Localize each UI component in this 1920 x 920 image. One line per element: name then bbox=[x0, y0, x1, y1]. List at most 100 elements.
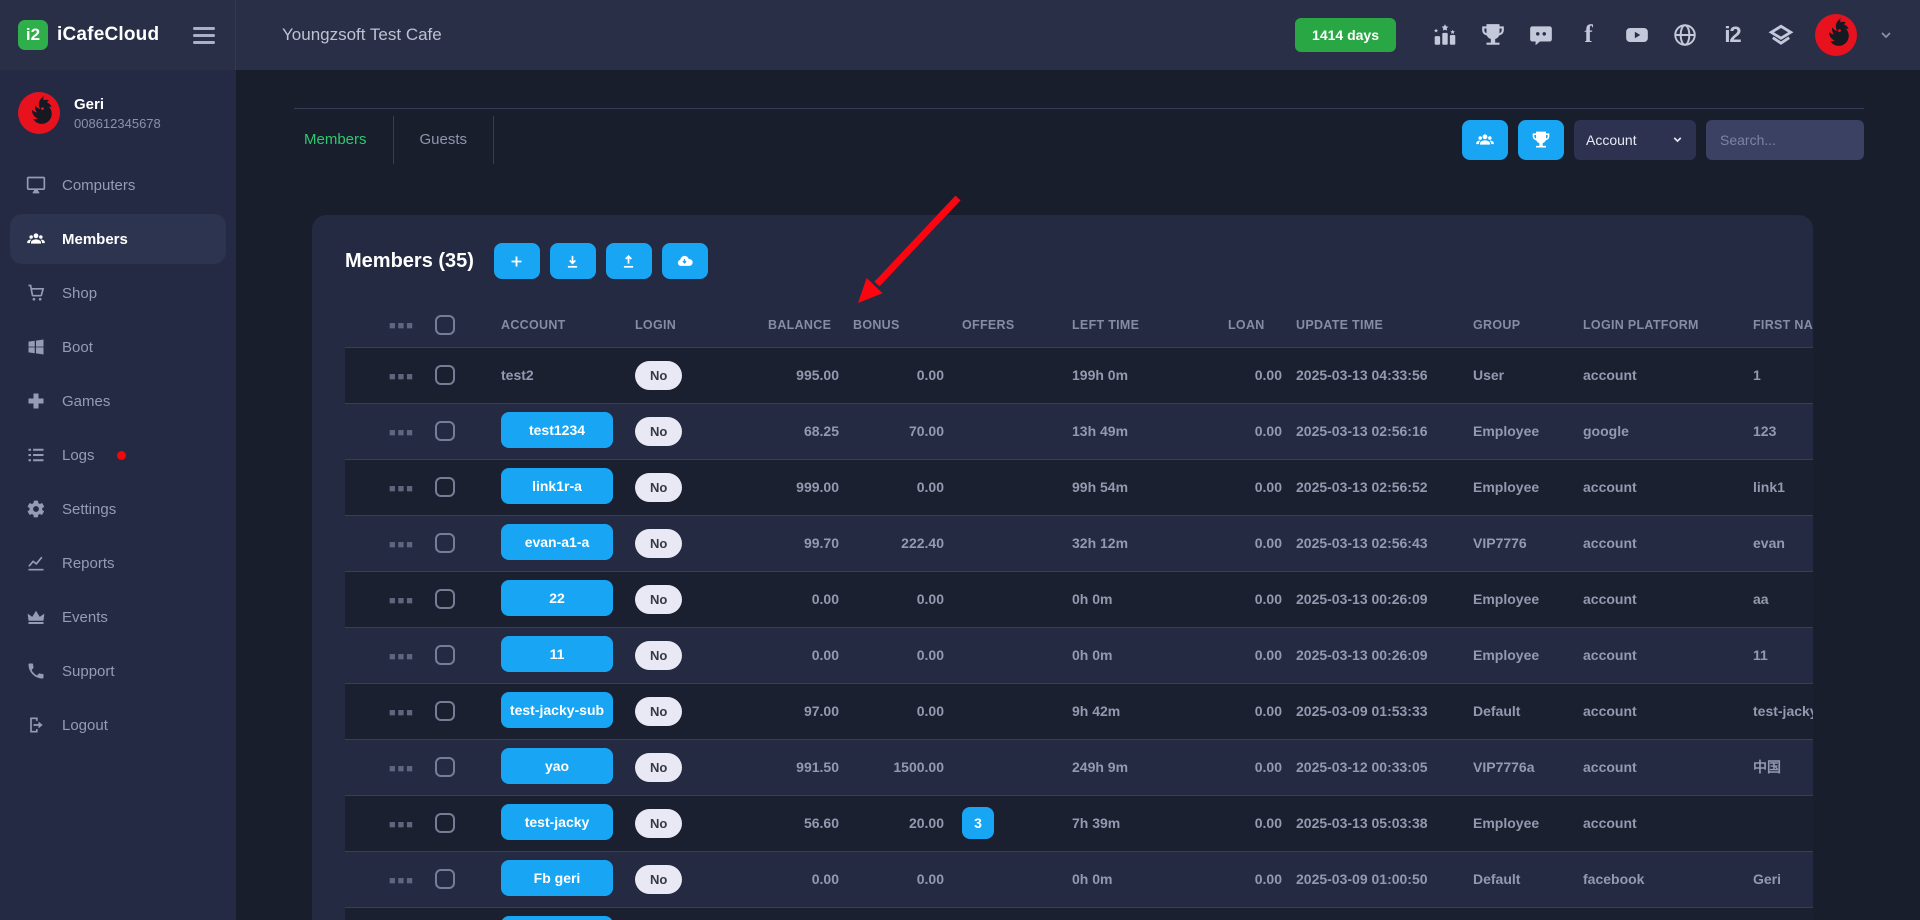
cell-loan: 0.00 bbox=[1228, 515, 1296, 571]
cell-balance: 995.00 bbox=[768, 347, 853, 403]
row-checkbox[interactable] bbox=[435, 869, 455, 889]
sidebar-item-logout[interactable]: Logout bbox=[10, 700, 226, 750]
hamburger-menu-icon[interactable] bbox=[193, 27, 215, 44]
row-checkbox[interactable] bbox=[435, 421, 455, 441]
cell-bonus: 0.00 bbox=[853, 907, 958, 920]
upload-button[interactable] bbox=[606, 243, 652, 279]
download-button[interactable] bbox=[550, 243, 596, 279]
people-icon bbox=[26, 229, 46, 249]
members-filter-button[interactable] bbox=[1462, 120, 1508, 160]
table-row: ■■■GeriNo0.000.000h 0m0.002025-03-03 17:… bbox=[345, 907, 1813, 920]
row-checkbox[interactable] bbox=[435, 365, 455, 385]
cell-update-time: 2025-03-13 00:26:09 bbox=[1296, 571, 1473, 627]
account-badge[interactable]: 11 bbox=[501, 636, 613, 672]
account-badge[interactable]: Geri bbox=[501, 916, 613, 920]
cell-platform: facebook bbox=[1583, 851, 1753, 907]
account-badge[interactable]: test-jacky-sub bbox=[501, 692, 613, 728]
account-filter-select[interactable]: Account bbox=[1574, 120, 1696, 160]
account-label: test2 bbox=[501, 367, 534, 383]
table-header-row: ■■■ ACCOUNT LOGIN BALANCE BONUS OFFERS L… bbox=[345, 303, 1813, 347]
cell-left-time: 199h 0m bbox=[1068, 347, 1228, 403]
cell-left-time: 99h 54m bbox=[1068, 459, 1228, 515]
row-menu-dots[interactable]: ■■■ bbox=[389, 651, 415, 663]
sidebar-item-reports[interactable]: Reports bbox=[10, 538, 226, 588]
sidebar-item-boot[interactable]: Boot bbox=[10, 322, 226, 372]
sidebar-item-games[interactable]: Games bbox=[10, 376, 226, 426]
monitor-icon bbox=[26, 175, 46, 195]
cell-loan: 0.00 bbox=[1228, 571, 1296, 627]
cell-bonus: 222.40 bbox=[853, 515, 958, 571]
logout-icon bbox=[26, 715, 46, 735]
cloud-download-button[interactable] bbox=[662, 243, 708, 279]
row-checkbox[interactable] bbox=[435, 757, 455, 777]
row-menu-dots[interactable]: ■■■ bbox=[389, 819, 415, 831]
days-remaining-badge[interactable]: 1414 days bbox=[1295, 18, 1396, 52]
windows-icon bbox=[26, 337, 46, 357]
row-menu-dots[interactable]: ■■■ bbox=[389, 539, 415, 551]
cell-update-time: 2025-03-03 17:23:01 bbox=[1296, 907, 1473, 920]
discord-icon[interactable] bbox=[1527, 22, 1554, 49]
row-menu-dots[interactable]: ■■■ bbox=[389, 707, 415, 719]
facebook-icon[interactable]: f bbox=[1575, 22, 1602, 49]
add-member-button[interactable] bbox=[494, 243, 540, 279]
sidebar-profile[interactable]: Geri 008612345678 bbox=[0, 90, 236, 150]
row-menu-dots[interactable]: ■■■ bbox=[389, 371, 415, 383]
trophy-icon[interactable] bbox=[1479, 22, 1506, 49]
account-badge[interactable]: yao bbox=[501, 748, 613, 784]
user-avatar[interactable] bbox=[1815, 14, 1857, 56]
sidebar-item-settings[interactable]: Settings bbox=[10, 484, 226, 534]
row-menu-dots[interactable]: ■■■ bbox=[389, 875, 415, 887]
trophy-filter-button[interactable] bbox=[1518, 120, 1564, 160]
account-badge[interactable]: 22 bbox=[501, 580, 613, 616]
row-checkbox[interactable] bbox=[435, 589, 455, 609]
row-menu-dots[interactable]: ■■■ bbox=[389, 595, 415, 607]
cell-left-time: 0h 0m bbox=[1068, 571, 1228, 627]
row-checkbox[interactable] bbox=[435, 813, 455, 833]
account-badge[interactable]: link1r-a bbox=[501, 468, 613, 504]
row-menu-dots[interactable]: ■■■ bbox=[389, 483, 415, 495]
youtube-icon[interactable] bbox=[1623, 22, 1650, 49]
row-menu-dots[interactable]: ■■■ bbox=[389, 763, 415, 775]
phone-icon bbox=[26, 661, 46, 681]
sidebar-item-members[interactable]: Members bbox=[10, 214, 226, 264]
cell-left-time: 249h 9m bbox=[1068, 739, 1228, 795]
cell-first-name: evan bbox=[1753, 515, 1813, 571]
cell-left-time: 0h 0m bbox=[1068, 851, 1228, 907]
brand-logo[interactable]: i2 iCafeCloud bbox=[18, 20, 159, 50]
icafecloud-logo-icon: i2 bbox=[18, 20, 48, 50]
sidebar-item-support[interactable]: Support bbox=[10, 646, 226, 696]
sidebar-item-events[interactable]: Events bbox=[10, 592, 226, 642]
sidebar: Geri 008612345678 Computers Members Shop… bbox=[0, 70, 236, 920]
cart-icon bbox=[26, 283, 46, 303]
offers-badge[interactable]: 3 bbox=[962, 807, 994, 839]
search-input[interactable] bbox=[1706, 120, 1864, 160]
account-badge[interactable]: test1234 bbox=[501, 412, 613, 448]
row-checkbox[interactable] bbox=[435, 477, 455, 497]
header-menu-dots[interactable]: ■■■ bbox=[389, 320, 415, 332]
sidebar-item-logs[interactable]: Logs bbox=[10, 430, 226, 480]
tab-members[interactable]: Members bbox=[294, 116, 394, 164]
select-all-checkbox[interactable] bbox=[435, 315, 455, 335]
row-checkbox[interactable] bbox=[435, 701, 455, 721]
globe-icon[interactable] bbox=[1671, 22, 1698, 49]
login-status-pill: No bbox=[635, 809, 682, 838]
account-badge[interactable]: Fb geri bbox=[501, 860, 613, 896]
row-checkbox[interactable] bbox=[435, 645, 455, 665]
table-row: ■■■test-jackyNo56.6020.0037h 39m0.002025… bbox=[345, 795, 1813, 851]
row-menu-dots[interactable]: ■■■ bbox=[389, 427, 415, 439]
row-checkbox[interactable] bbox=[435, 533, 455, 553]
tabs-toolbar: Members Guests Account bbox=[294, 108, 1864, 170]
tab-guests[interactable]: Guests bbox=[394, 116, 495, 164]
layers-icon[interactable] bbox=[1767, 22, 1794, 49]
cell-balance: 99.70 bbox=[768, 515, 853, 571]
ranking-icon[interactable] bbox=[1431, 22, 1458, 49]
sidebar-item-computers[interactable]: Computers bbox=[10, 160, 226, 210]
sidebar-item-shop[interactable]: Shop bbox=[10, 268, 226, 318]
trophy-icon bbox=[1531, 130, 1551, 150]
cell-first-name bbox=[1753, 795, 1813, 851]
account-badge[interactable]: evan-a1-a bbox=[501, 524, 613, 560]
chevron-down-icon[interactable] bbox=[1878, 27, 1894, 43]
account-badge[interactable]: test-jacky bbox=[501, 804, 613, 840]
cell-first-name: link1 bbox=[1753, 459, 1813, 515]
icafecloud-gray-icon[interactable]: i2 bbox=[1719, 22, 1746, 49]
